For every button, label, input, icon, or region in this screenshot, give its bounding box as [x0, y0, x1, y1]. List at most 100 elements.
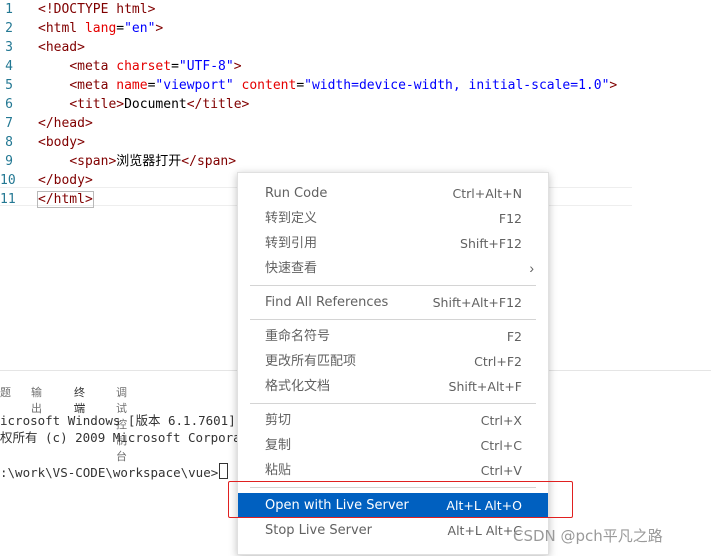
menu-item-label: 重命名符号 — [265, 329, 331, 344]
tab-debug-console[interactable]: 调试控制台 — [116, 385, 127, 463]
code-text: <head> — [38, 38, 85, 57]
code-token: <meta — [69, 78, 117, 93]
terminal-prompt-text: :\work\VS-CODE\workspace\vue> — [0, 465, 219, 480]
code-line: 1 <!DOCTYPE html> — [0, 0, 711, 19]
code-token: <title> — [69, 97, 125, 112]
menu-item-copy[interactable]: 复制 Ctrl+C — [238, 433, 548, 458]
menu-item-shortcut: Ctrl+X — [480, 413, 522, 428]
code-text: <span>浏览器打开</span> — [38, 152, 236, 171]
menu-item-label: 转到定义 — [265, 211, 318, 226]
code-token: = — [171, 59, 179, 74]
menu-separator — [250, 285, 536, 286]
line-number: 9 — [5, 154, 13, 169]
code-token: = — [116, 21, 125, 36]
code-token: <meta — [69, 59, 117, 74]
menu-separator — [250, 403, 536, 404]
menu-item-go-to-definition[interactable]: 转到定义 F12 — [238, 206, 548, 231]
line-number: 3 — [5, 40, 13, 55]
terminal-line: 权所有 (c) 2009 Microsoft Corporat — [0, 430, 249, 445]
menu-item-open-with-live-server[interactable]: Open with Live Server Alt+L Alt+O — [238, 493, 548, 518]
menu-item-label: Run Code — [265, 186, 328, 201]
context-menu: Run Code Ctrl+Alt+N 转到定义 F12 转到引用 Shift+… — [237, 172, 549, 555]
menu-item-label: 转到引用 — [265, 236, 318, 251]
terminal-cursor — [219, 463, 229, 479]
menu-item-rename-symbol[interactable]: 重命名符号 F2 — [238, 324, 548, 349]
code-line: 6 <title>Document</title> — [0, 95, 711, 114]
code-token: <span> — [69, 154, 117, 169]
code-token: Document — [124, 97, 187, 112]
menu-item-stop-live-server[interactable]: Stop Live Server Alt+L Alt+C — [238, 518, 548, 543]
code-text: <meta name="viewport" content="width=dev… — [38, 76, 617, 95]
menu-item-shortcut: F2 — [506, 329, 522, 344]
code-text: <body> — [38, 133, 85, 152]
code-text: <title>Document</title> — [38, 95, 249, 114]
menu-item-find-all-references[interactable]: Find All References Shift+Alt+F12 — [238, 290, 548, 315]
code-token: </head> — [38, 116, 93, 131]
code-token: </html> — [37, 191, 94, 208]
menu-item-shortcut: Ctrl+V — [480, 463, 522, 478]
code-token: name — [116, 78, 148, 93]
menu-item-format-document[interactable]: 格式化文档 Shift+Alt+F — [238, 374, 548, 399]
menu-item-label: Open with Live Server — [265, 498, 409, 513]
code-token: > — [233, 59, 242, 74]
code-token: content — [241, 78, 297, 93]
menu-item-change-all-occurrences[interactable]: 更改所有匹配项 Ctrl+F2 — [238, 349, 548, 374]
code-line: 7 </head> — [0, 114, 711, 133]
line-number: 11 — [0, 192, 16, 207]
tab-problems[interactable]: 题 — [0, 385, 11, 405]
menu-item-label: Stop Live Server — [265, 523, 372, 538]
menu-item-shortcut: Ctrl+Alt+N — [452, 186, 522, 201]
code-token: lang — [84, 21, 117, 36]
menu-item-go-to-references[interactable]: 转到引用 Shift+F12 — [238, 231, 548, 256]
code-token: </body> — [38, 173, 93, 188]
menu-item-shortcut: F12 — [498, 211, 522, 226]
code-token: charset — [116, 59, 172, 74]
menu-item-shortcut: Shift+F12 — [460, 236, 522, 251]
line-number: 5 — [5, 78, 13, 93]
line-number: 2 — [5, 21, 13, 36]
code-token: "viewport" — [155, 78, 234, 93]
code-line: 8 <body> — [0, 133, 711, 152]
line-number: 1 — [5, 2, 13, 17]
line-number: 8 — [5, 135, 13, 150]
code-text: </html> — [37, 190, 94, 209]
menu-item-label: 格式化文档 — [265, 379, 331, 394]
code-token: </span> — [181, 154, 237, 169]
code-token: <!DOCTYPE html> — [38, 2, 156, 17]
menu-item-label: 快速查看 — [265, 261, 318, 276]
menu-item-shortcut: Shift+Alt+F — [448, 379, 522, 394]
menu-item-paste[interactable]: 粘贴 Ctrl+V — [238, 458, 548, 483]
menu-item-shortcut: Alt+L Alt+C — [447, 523, 522, 538]
code-text: <meta charset="UTF-8"> — [38, 57, 242, 76]
code-token: </title> — [186, 97, 250, 112]
code-text: </body> — [38, 171, 93, 190]
line-number: 6 — [5, 97, 13, 112]
tab-terminal[interactable]: 终端 — [74, 385, 85, 415]
watermark: CSDN @pch平凡之路 — [513, 527, 663, 545]
code-text: </head> — [38, 114, 93, 133]
code-token: 浏览器打开 — [116, 154, 182, 169]
line-number: 4 — [5, 59, 13, 74]
code-token: <body> — [38, 135, 85, 150]
tab-output[interactable]: 输出 — [31, 385, 42, 415]
code-line: 4 <meta charset="UTF-8"> — [0, 57, 711, 76]
menu-item-cut[interactable]: 剪切 Ctrl+X — [238, 408, 548, 433]
terminal-line: icrosoft Windows [版本 6.1.7601] — [0, 413, 236, 428]
menu-item-shortcut: Alt+L Alt+O — [446, 498, 522, 513]
menu-item-label: 剪切 — [265, 413, 292, 428]
menu-item-run-code[interactable]: Run Code Ctrl+Alt+N — [238, 181, 548, 206]
menu-separator — [250, 319, 536, 320]
code-token: > — [609, 78, 618, 93]
code-token: <head> — [38, 40, 85, 55]
code-line: 2 <html lang="en"> — [0, 19, 711, 38]
line-number: 10 — [0, 173, 16, 188]
menu-item-peek[interactable]: 快速查看 › — [238, 256, 548, 281]
code-token: = — [296, 78, 305, 93]
code-token: "UTF-8" — [178, 59, 234, 74]
chevron-right-icon: › — [529, 260, 534, 276]
code-token: <html — [38, 21, 85, 36]
terminal-prompt[interactable]: :\work\VS-CODE\workspace\vue> — [0, 463, 229, 481]
